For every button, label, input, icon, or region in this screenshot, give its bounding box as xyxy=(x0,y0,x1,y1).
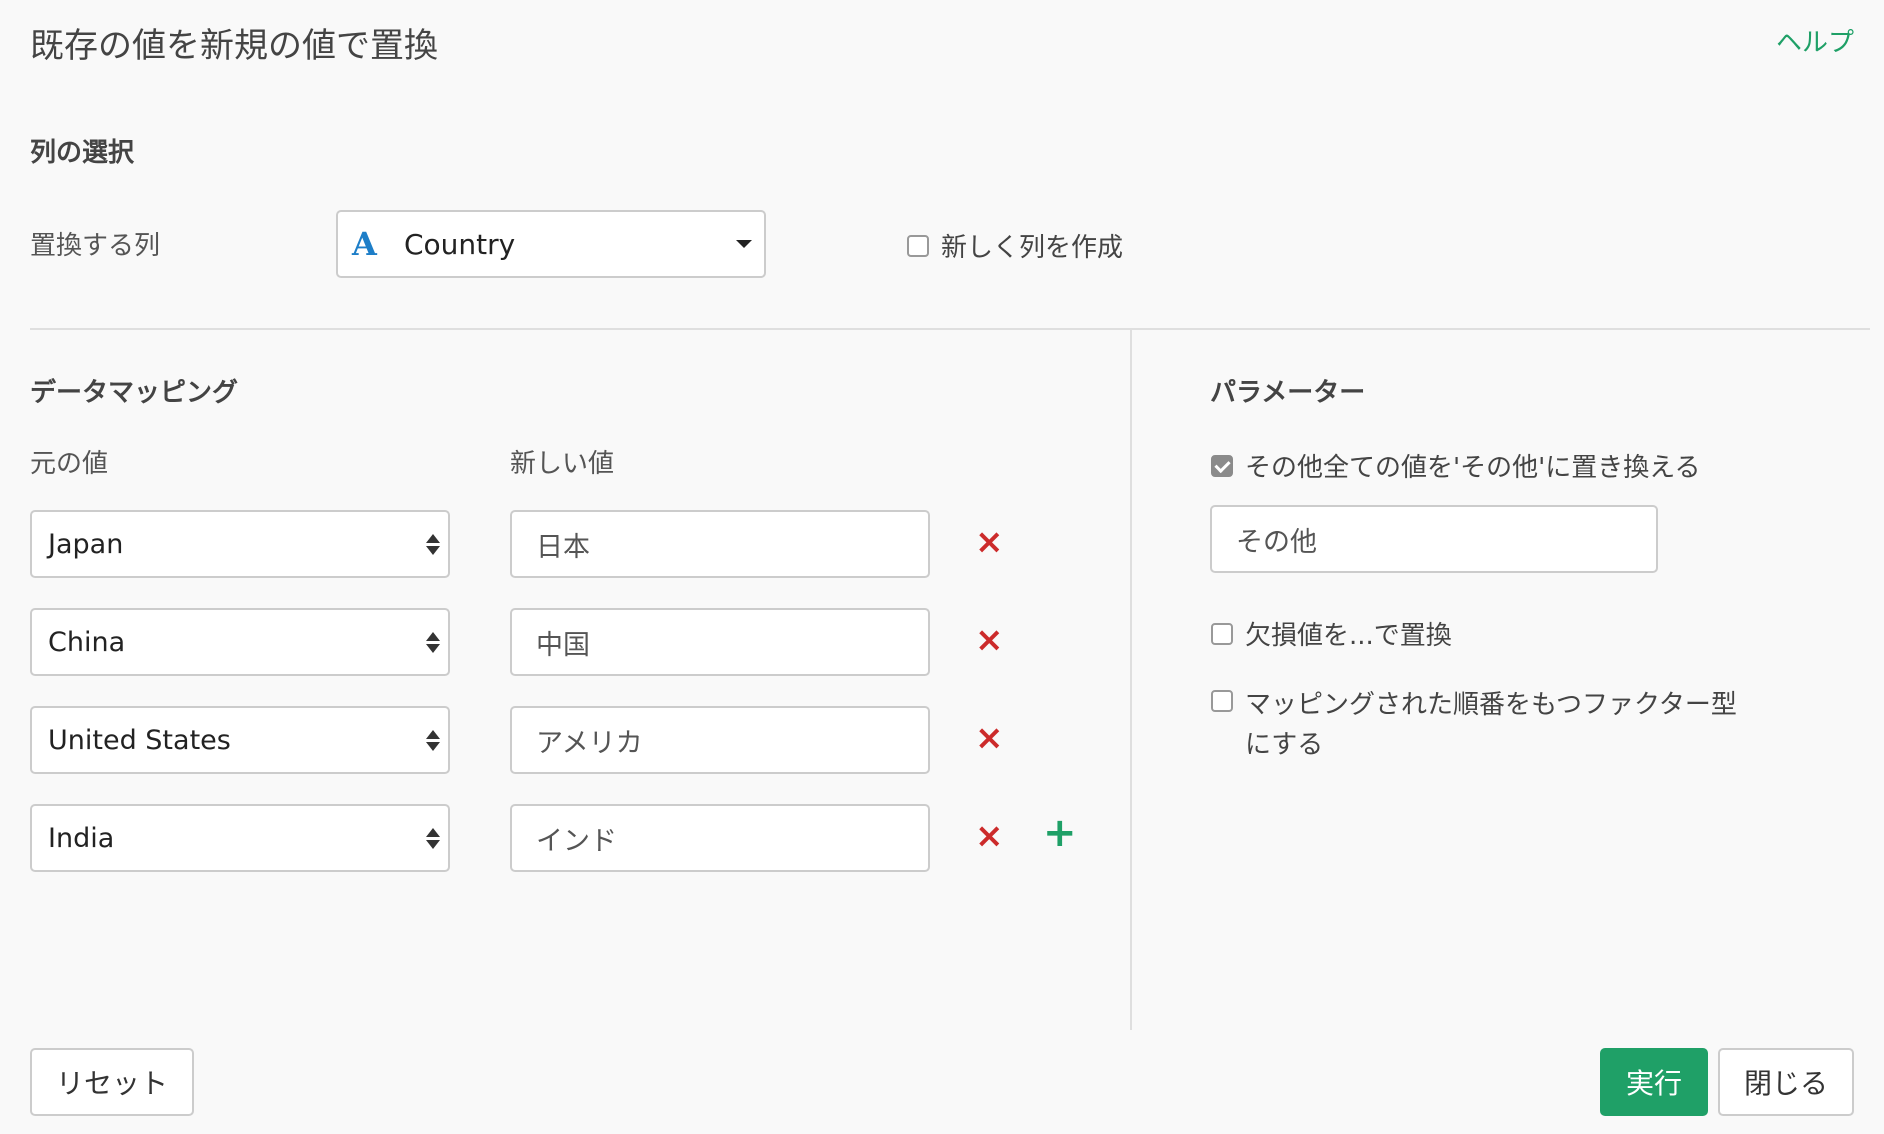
parameters-heading: パラメーター xyxy=(1210,378,1366,408)
reset-button[interactable]: リセット xyxy=(30,1048,194,1116)
replace-column-label: 置換する列 xyxy=(30,231,161,261)
as-factor-checkbox[interactable] xyxy=(1211,690,1233,712)
divider-vertical xyxy=(1130,330,1132,1030)
add-row-icon[interactable]: + xyxy=(1043,810,1077,856)
original-value-select[interactable]: India xyxy=(30,804,450,872)
divider-horizontal xyxy=(30,328,1870,330)
string-type-icon: A xyxy=(352,225,377,263)
column-selection-heading: 列の選択 xyxy=(30,138,135,168)
updown-arrows-icon xyxy=(426,729,440,751)
new-column-option[interactable]: 新しく列を作成 xyxy=(907,227,1123,264)
updown-arrows-icon xyxy=(426,533,440,555)
as-factor-option[interactable]: マッピングされた順番をもつファクター型 にする xyxy=(1211,685,1737,765)
close-button[interactable]: 閉じる xyxy=(1718,1048,1854,1116)
others-value-input[interactable] xyxy=(1210,505,1658,573)
as-factor-label: マッピングされた順番をもつファクター型 にする xyxy=(1245,685,1737,765)
original-value-select[interactable]: China xyxy=(30,608,450,676)
original-value-select[interactable]: United States xyxy=(30,706,450,774)
remove-row-icon[interactable]: × xyxy=(975,620,1004,660)
replace-others-label: その他全ての値を'その他'に置き換える xyxy=(1245,453,1701,483)
help-link[interactable]: ヘルプ xyxy=(1776,22,1854,59)
remove-row-icon[interactable]: × xyxy=(975,522,1004,562)
dialog-title: 既存の値を新規の値で置換 xyxy=(30,26,438,66)
new-value-input[interactable] xyxy=(510,706,930,774)
original-value-header: 元の値 xyxy=(30,449,109,479)
run-button[interactable]: 実行 xyxy=(1600,1048,1708,1116)
updown-arrows-icon xyxy=(426,631,440,653)
original-value-text: India xyxy=(48,822,115,854)
new-value-input[interactable] xyxy=(510,608,930,676)
replace-others-checkbox[interactable] xyxy=(1211,454,1233,477)
as-factor-label-line2: にする xyxy=(1245,730,1324,760)
original-value-text: United States xyxy=(48,724,231,756)
new-value-input[interactable] xyxy=(510,510,930,578)
column-select-value: Country xyxy=(404,227,516,261)
remove-row-icon[interactable]: × xyxy=(975,816,1004,856)
data-mapping-heading: データマッピング xyxy=(30,378,239,408)
as-factor-label-line1: マッピングされた順番をもつファクター型 xyxy=(1245,690,1737,720)
new-column-label: 新しく列を作成 xyxy=(941,233,1124,263)
new-value-input[interactable] xyxy=(510,804,930,872)
original-value-text: Japan xyxy=(48,528,124,560)
column-select[interactable]: A Country xyxy=(336,210,766,278)
replace-missing-label: 欠損値を...で置換 xyxy=(1245,621,1452,651)
updown-arrows-icon xyxy=(426,827,440,849)
replace-missing-checkbox[interactable] xyxy=(1211,622,1233,645)
new-column-checkbox[interactable] xyxy=(907,234,929,257)
replace-missing-option[interactable]: 欠損値を...で置換 xyxy=(1211,615,1452,652)
replace-others-option[interactable]: その他全ての値を'その他'に置き換える xyxy=(1211,447,1701,484)
original-value-select[interactable]: Japan xyxy=(30,510,450,578)
chevron-down-icon xyxy=(736,240,752,248)
original-value-text: China xyxy=(48,626,126,658)
new-value-header: 新しい値 xyxy=(510,449,615,479)
remove-row-icon[interactable]: × xyxy=(975,718,1004,758)
